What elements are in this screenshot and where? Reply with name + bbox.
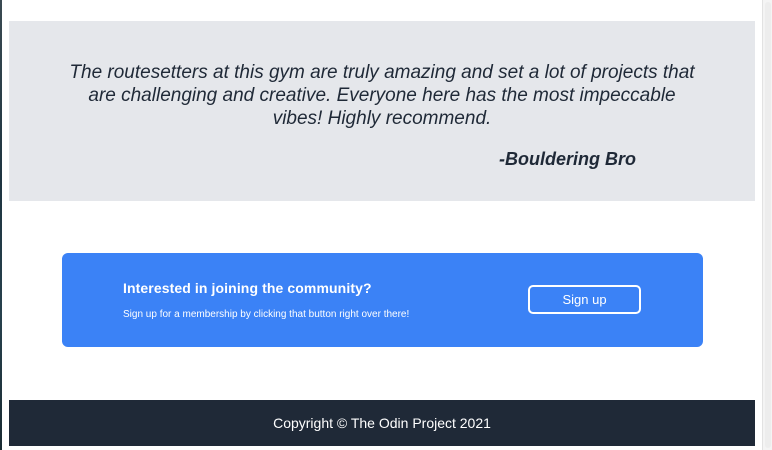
testimonial-author: -Bouldering Bro — [499, 149, 636, 169]
vertical-scrollbar[interactable] — [762, 0, 772, 450]
page-footer: Copyright © The Odin Project 2021 — [9, 400, 755, 446]
sign-up-button[interactable]: Sign up — [528, 285, 641, 314]
window-edge-left — [0, 0, 2, 450]
testimonial-section: The routesetters at this gym are truly a… — [9, 21, 755, 201]
testimonial-quote: The routesetters at this gym are truly a… — [69, 62, 695, 129]
footer-copyright: Copyright © The Odin Project 2021 — [273, 415, 491, 431]
cta-description: Sign up for a membership by clicking tha… — [123, 309, 410, 320]
page-viewport: The routesetters at this gym are truly a… — [0, 0, 772, 450]
scrollbar-track[interactable] — [765, 2, 771, 448]
cta-heading: Interested in joining the community? — [123, 280, 372, 296]
signup-cta-section: Interested in joining the community? Sig… — [62, 253, 703, 347]
